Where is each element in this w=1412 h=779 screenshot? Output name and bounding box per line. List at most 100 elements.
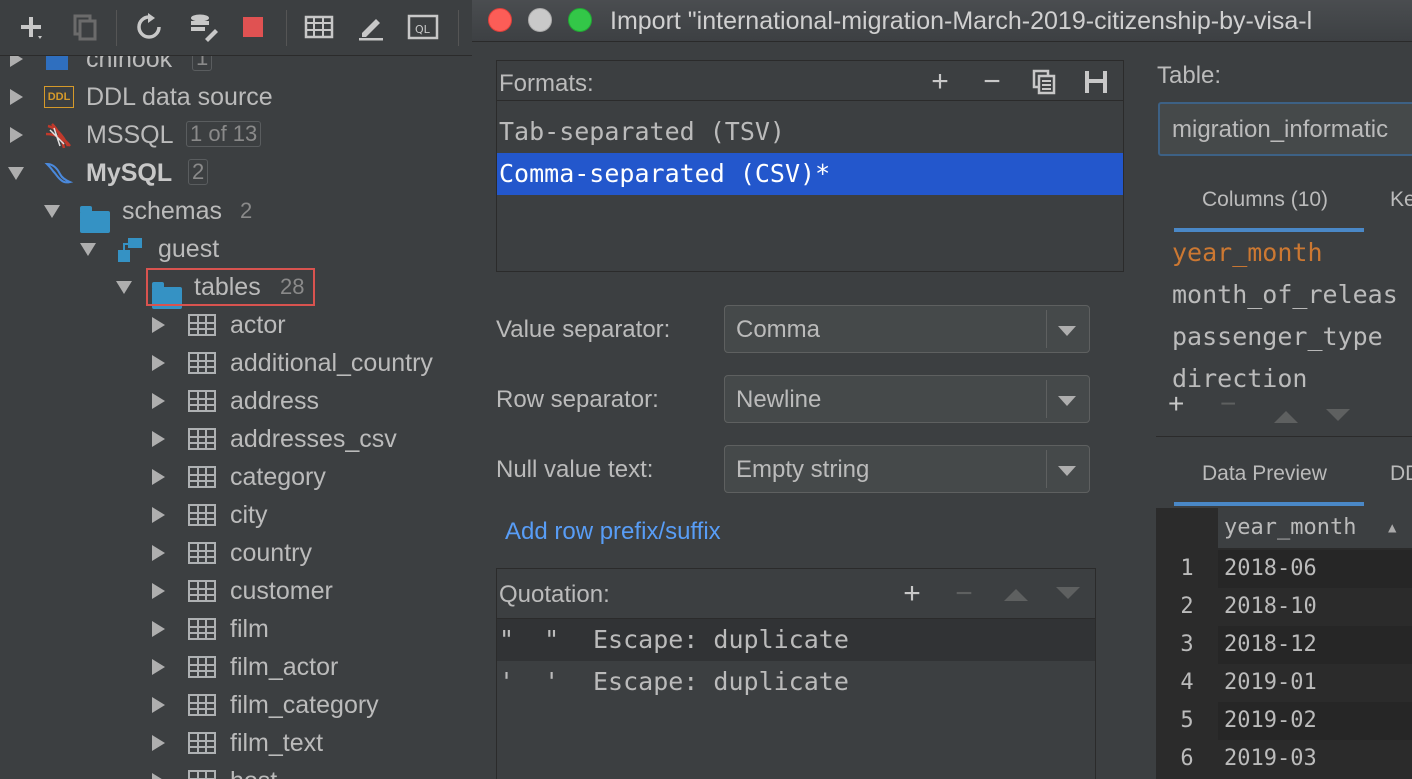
row-separator-label: Row separator: [496, 386, 659, 413]
collapse-arrow-icon[interactable] [44, 205, 60, 218]
quotation-item[interactable]: ' ' Escape: duplicate [497, 661, 1095, 703]
dialog-titlebar: Import "international-migration-March-20… [472, 0, 1412, 42]
collapse-arrow-icon[interactable] [116, 281, 132, 294]
stop-icon[interactable] [236, 10, 270, 44]
table-icon [188, 504, 216, 526]
preview-cell[interactable]: 2019-03 [1218, 740, 1412, 778]
add-column-icon[interactable]: + [1168, 388, 1184, 420]
expand-arrow-icon[interactable] [152, 431, 165, 447]
minimize-window-button[interactable] [528, 8, 552, 32]
expand-arrow-icon[interactable] [152, 735, 165, 751]
column-item[interactable]: month_of_releas [1172, 280, 1398, 309]
refresh-icon[interactable] [132, 10, 166, 44]
expand-arrow-icon[interactable] [152, 583, 165, 599]
expand-arrow-icon[interactable] [152, 469, 165, 485]
add-icon[interactable] [14, 10, 48, 44]
table-tree-item[interactable]: additional_country [0, 344, 472, 382]
tree-node-mssql[interactable]: MSSQL 1 of 13 [0, 116, 472, 154]
table-tree-item[interactable]: customer [0, 572, 472, 610]
table-tree-item[interactable]: addresses_csv [0, 420, 472, 458]
column-item[interactable]: year_month [1172, 238, 1323, 267]
tree-node-schemas[interactable]: schemas 2 [0, 192, 472, 233]
move-column-down-icon[interactable] [1326, 398, 1350, 430]
expand-arrow-icon[interactable] [152, 393, 165, 409]
expand-arrow-icon[interactable] [152, 621, 165, 637]
format-item-tsv[interactable]: Tab-separated (TSV) [497, 111, 1123, 153]
expand-arrow-icon[interactable] [10, 127, 23, 143]
add-row-prefix-suffix-link[interactable]: Add row prefix/suffix [505, 518, 721, 546]
tab-columns[interactable]: Columns (10) [1202, 188, 1328, 212]
tree-node-ddl-data-source[interactable]: DDL DDL data source [0, 78, 472, 116]
data-preview-table: year_month ▲ 1 2018-06 2 2018-10 3 2018-12 4 20… [1156, 508, 1412, 779]
table-label: Table: [1157, 62, 1222, 89]
row-number: 1 [1180, 556, 1194, 581]
remove-format-icon[interactable]: − [977, 67, 1007, 97]
preview-cell[interactable]: 2019-01 [1218, 664, 1412, 702]
table-tree-item[interactable]: film_category [0, 686, 472, 724]
copy-format-icon[interactable] [1029, 67, 1059, 97]
tree-node-guest[interactable]: guest [0, 230, 472, 268]
expand-arrow-icon[interactable] [152, 659, 165, 675]
tree-node-mysql[interactable]: MySQL 2 [0, 154, 472, 192]
preview-cell[interactable]: 2018-12 [1218, 626, 1412, 664]
expand-arrow-icon[interactable] [152, 355, 165, 371]
preview-cell[interactable]: 2019-02 [1218, 702, 1412, 740]
expand-arrow-icon[interactable] [152, 317, 165, 333]
row-number: 6 [1180, 746, 1194, 771]
table-name-input[interactable]: migration_informatic [1158, 102, 1412, 156]
preview-column-header[interactable]: year_month ▲ [1218, 508, 1412, 548]
tree-node-chinook[interactable]: chinook 1 [0, 56, 472, 78]
move-column-up-icon[interactable] [1274, 398, 1298, 430]
column-item[interactable]: passenger_type [1172, 322, 1383, 351]
dialog-title: Import "international-migration-March-20… [610, 7, 1313, 35]
table-tree-item[interactable]: city [0, 496, 472, 534]
format-item-csv[interactable]: Comma-separated (CSV)* [497, 153, 1123, 195]
preview-cell[interactable]: 2018-06 [1218, 550, 1412, 588]
add-format-icon[interactable]: + [925, 67, 955, 97]
save-format-icon[interactable] [1081, 67, 1111, 97]
null-value-select[interactable]: Empty string [724, 445, 1090, 493]
add-quotation-icon[interactable]: + [897, 579, 927, 609]
expand-arrow-icon[interactable] [152, 507, 165, 523]
edit-icon[interactable] [354, 10, 388, 44]
console-icon[interactable]: QL [406, 10, 440, 44]
expand-arrow-icon[interactable] [152, 773, 165, 779]
import-dialog: Import "international-migration-March-20… [472, 0, 1412, 779]
duplicate-icon[interactable] [68, 10, 102, 44]
value-separator-select[interactable]: Comma [724, 305, 1090, 353]
table-editor-icon[interactable] [302, 10, 336, 44]
table-tree-item[interactable]: country [0, 534, 472, 572]
table-tree-item[interactable]: film [0, 610, 472, 648]
row-separator-select[interactable]: Newline [724, 375, 1090, 423]
expand-arrow-icon[interactable] [152, 545, 165, 561]
close-window-button[interactable] [488, 8, 512, 32]
table-tree-item[interactable]: category [0, 458, 472, 496]
sort-icon[interactable]: ▲ [1388, 508, 1396, 548]
expand-arrow-icon[interactable] [152, 697, 165, 713]
table-tree-item[interactable]: host [0, 762, 472, 779]
row-number: 5 [1180, 708, 1194, 733]
collapse-arrow-icon[interactable] [80, 243, 96, 256]
table-icon [188, 656, 216, 678]
expand-arrow-icon[interactable] [10, 56, 23, 67]
table-tree-item[interactable]: film_actor [0, 648, 472, 686]
tab-ddl[interactable]: DD [1390, 462, 1412, 486]
remove-quotation-icon[interactable]: − [949, 579, 979, 609]
column-item[interactable]: direction [1172, 364, 1307, 388]
quotation-item[interactable]: " " Escape: duplicate [497, 619, 1095, 661]
table-tree-item[interactable]: address [0, 382, 472, 420]
tab-data-preview[interactable]: Data Preview [1202, 462, 1327, 486]
table-icon [188, 314, 216, 336]
schema-settings-icon[interactable] [186, 10, 220, 44]
move-down-icon[interactable] [1053, 579, 1083, 609]
zoom-window-button[interactable] [568, 8, 592, 32]
preview-cell[interactable]: 2018-10 [1218, 588, 1412, 626]
table-tree-item[interactable]: film_text [0, 724, 472, 762]
tab-keys[interactable]: Ke [1390, 188, 1412, 212]
collapse-arrow-icon[interactable] [8, 167, 24, 180]
table-tree-item[interactable]: actor [0, 306, 472, 344]
remove-column-icon[interactable]: − [1220, 388, 1236, 420]
mssql-icon [45, 123, 71, 149]
expand-arrow-icon[interactable] [10, 89, 23, 105]
move-up-icon[interactable] [1001, 579, 1031, 609]
